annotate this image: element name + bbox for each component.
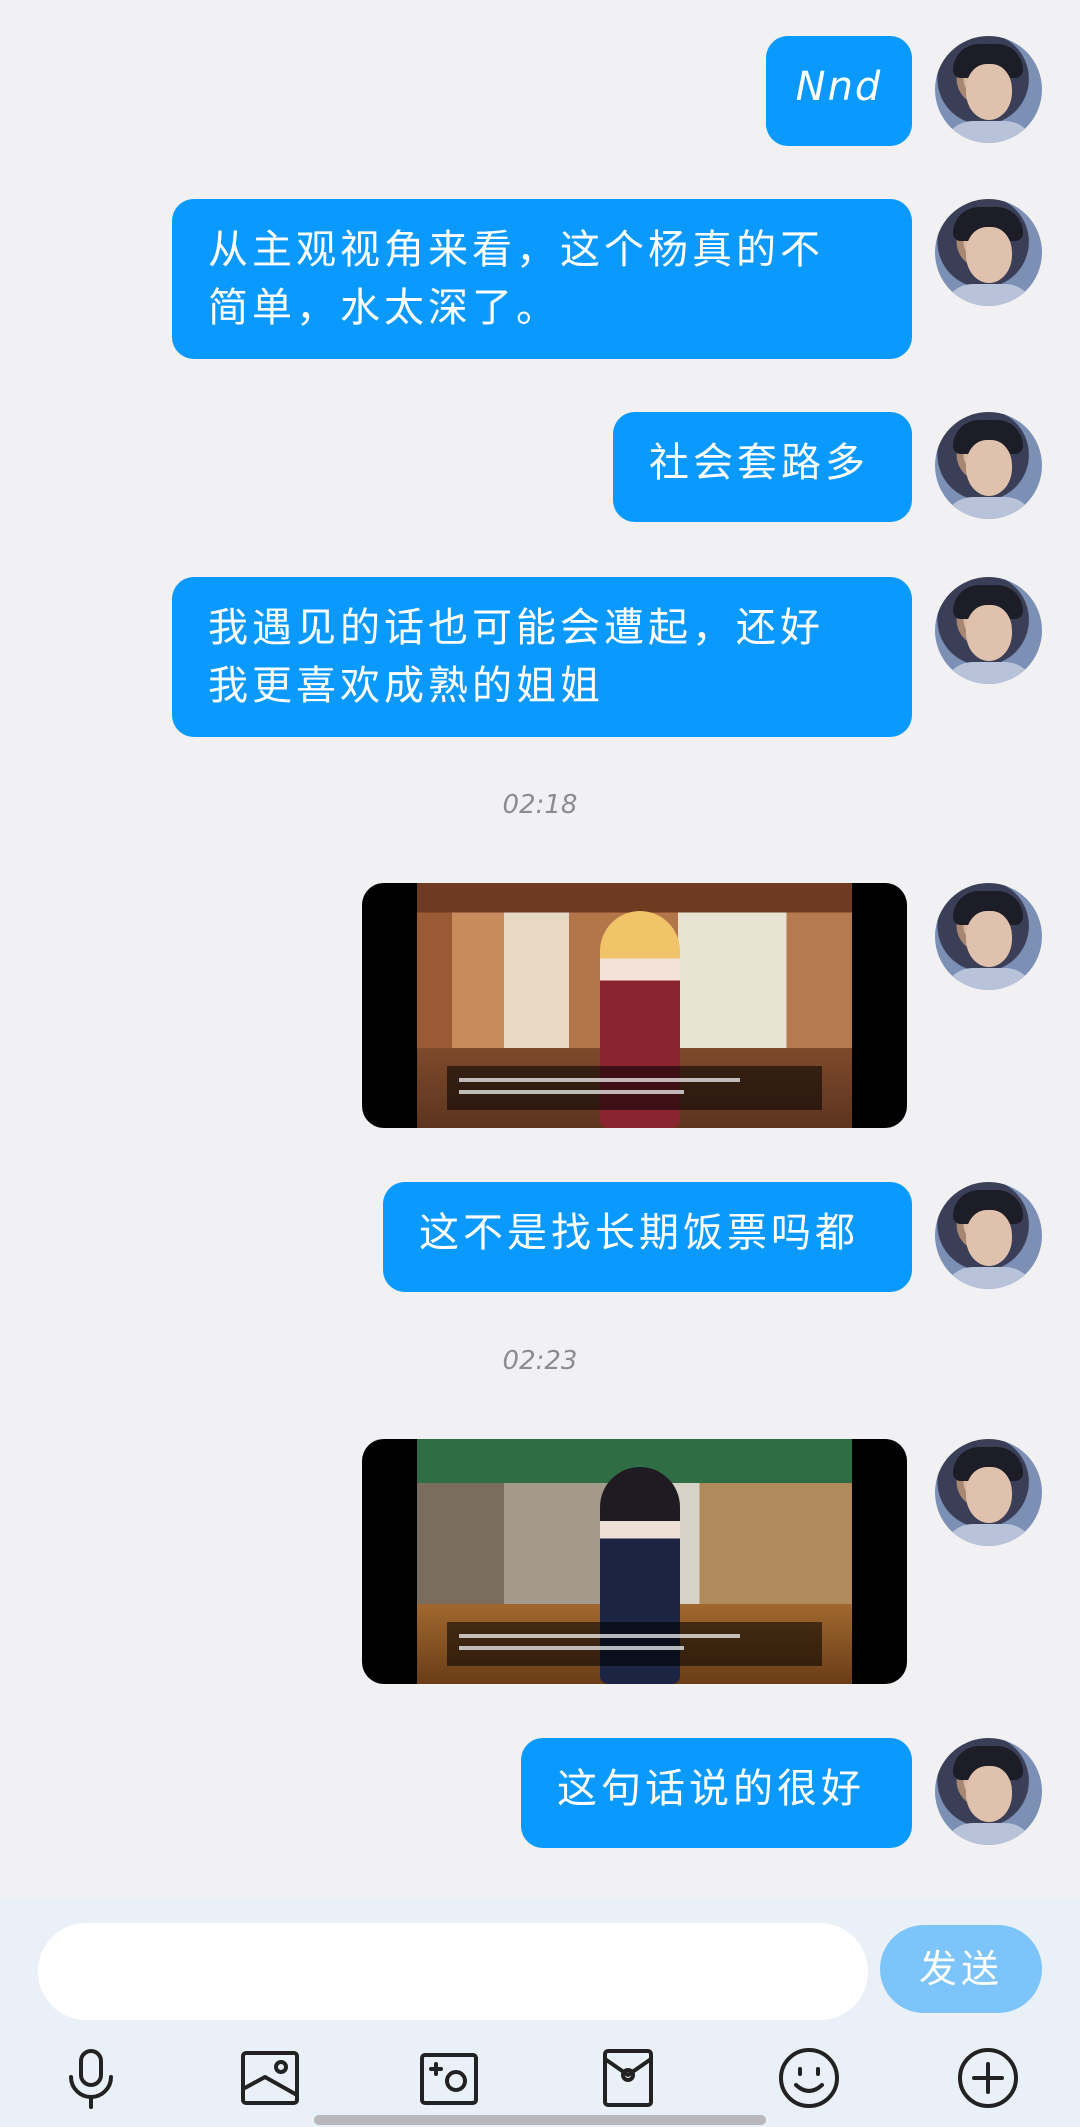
red-packet-icon[interactable] [593, 2043, 663, 2113]
image-icon[interactable] [235, 2043, 305, 2113]
plus-icon[interactable] [953, 2043, 1023, 2113]
avatar[interactable] [935, 1439, 1042, 1546]
timestamp: 02:18 [502, 790, 578, 820]
message-bubble[interactable]: 我遇见的话也可能会遭起，还好 我更喜欢成熟的姐姐 [172, 577, 912, 737]
message-bubble[interactable]: 这句话说的很好 [521, 1738, 912, 1848]
image-message[interactable] [362, 1439, 907, 1684]
message-bubble[interactable]: 这不是找长期饭票吗都 [383, 1182, 912, 1292]
avatar[interactable] [935, 199, 1042, 306]
microphone-icon[interactable] [56, 2043, 126, 2113]
avatar[interactable] [935, 412, 1042, 519]
avatar[interactable] [935, 883, 1042, 990]
input-bar: 发送 [0, 1898, 1080, 2127]
avatar[interactable] [935, 1738, 1042, 1845]
image-message[interactable] [362, 883, 907, 1128]
home-indicator[interactable] [314, 2115, 766, 2125]
timestamp: 02:23 [502, 1346, 578, 1376]
game-screenshot-image [417, 883, 852, 1128]
message-bubble[interactable]: Nnd [766, 36, 912, 146]
message-bubble[interactable]: 从主观视角来看，这个杨真的不 简单，水太深了。 [172, 199, 912, 359]
camera-icon[interactable] [414, 2043, 484, 2113]
emoji-icon[interactable] [774, 2043, 844, 2113]
game-screenshot-image [417, 1439, 852, 1684]
avatar[interactable] [935, 36, 1042, 143]
avatar[interactable] [935, 577, 1042, 684]
message-bubble[interactable]: 社会套路多 [613, 412, 912, 522]
message-input[interactable] [38, 1923, 868, 2020]
avatar[interactable] [935, 1182, 1042, 1289]
send-button[interactable]: 发送 [880, 1925, 1042, 2013]
